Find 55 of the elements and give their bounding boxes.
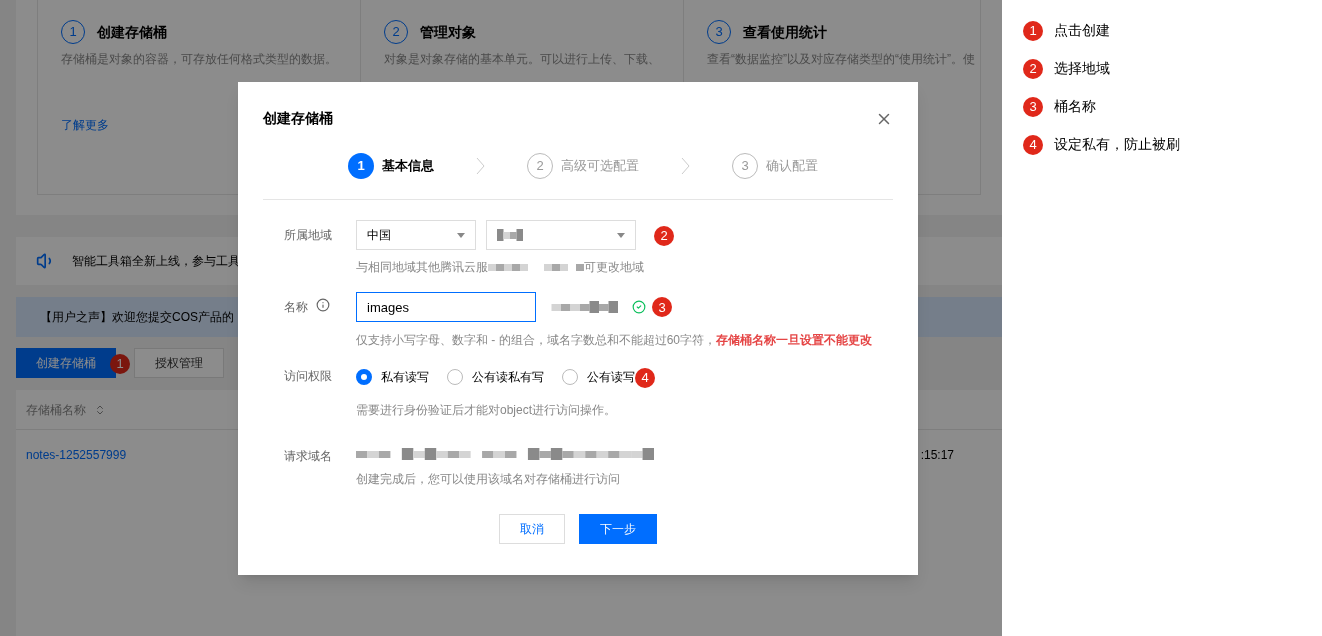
- radio-option[interactable]: 公有读私有写: [447, 368, 544, 386]
- card-title: 管理对象: [420, 22, 476, 42]
- field-label: 所属地域: [284, 227, 332, 244]
- card-description: 存储桶是对象的容器，可存放任何格式类型的数据。: [61, 51, 337, 68]
- number-badge: 4: [1023, 134, 1043, 155]
- chevron-icon: [681, 157, 690, 175]
- next-button[interactable]: 下一步: [579, 514, 657, 544]
- info-icon[interactable]: [316, 298, 330, 312]
- step-label: 确认配置: [766, 157, 818, 176]
- column-header[interactable]: 存储桶名称: [26, 400, 86, 419]
- hint-text: 创建完成后，您可以使用该域名对存储桶进行访问: [356, 471, 621, 488]
- number-badge: 3: [1023, 96, 1043, 117]
- number-badge: 2: [1023, 58, 1043, 79]
- legend-label: 选择地域: [1054, 59, 1110, 78]
- step-number: 1: [348, 153, 374, 179]
- region-select[interactable]: [486, 220, 636, 250]
- legend-label: 桶名称: [1054, 97, 1096, 116]
- sort-icon[interactable]: [94, 403, 106, 416]
- radio-icon[interactable]: [447, 369, 463, 385]
- chevron-icon: [476, 157, 485, 175]
- radio-option[interactable]: 公有读写: [562, 368, 635, 386]
- field-label: 访问权限: [284, 368, 332, 385]
- radio-option[interactable]: 私有读写: [356, 368, 429, 386]
- hint-text: 可更改地域: [584, 259, 644, 276]
- field-label: 名称: [284, 299, 308, 316]
- legend-label: 设定私有，防止被刷: [1054, 135, 1180, 154]
- hint-text: 与相同地域其他腾讯云服: [356, 259, 488, 276]
- step-label: 高级可选配置: [561, 157, 639, 176]
- radio-icon[interactable]: [356, 369, 372, 385]
- number-badge: 2: [654, 225, 674, 246]
- notice-text: 智能工具箱全新上线，参与工具: [72, 253, 240, 270]
- card-title: 创建存储桶: [97, 22, 167, 42]
- field-label: 请求域名: [284, 448, 332, 465]
- bucket-link[interactable]: notes-1252557999: [26, 446, 127, 464]
- number-badge: 3: [652, 297, 672, 317]
- dialog-title: 创建存储桶: [263, 109, 333, 128]
- redacted-text-drawing: [497, 229, 523, 241]
- number-badge: 1: [110, 353, 130, 374]
- create-bucket-button[interactable]: 创建存储桶: [16, 348, 116, 378]
- step-label: 基本信息: [382, 157, 434, 176]
- bucket-name-input[interactable]: images: [356, 292, 536, 322]
- number-badge: 4: [635, 367, 655, 388]
- hint-text: 仅支持小写字母、数字和 - 的组合，域名字数总和不能超过60字符，: [356, 332, 716, 349]
- radio-icon[interactable]: [562, 369, 578, 385]
- cancel-button[interactable]: 取消: [499, 514, 565, 544]
- card-description: 查看“数据监控”以及对应存储类型的“使用统计”。使: [707, 51, 975, 68]
- legend-label: 点击创建: [1054, 21, 1110, 40]
- table-cell-text: :15:17: [920, 447, 954, 464]
- number-badge: 1: [1023, 20, 1043, 41]
- country-select[interactable]: 中国: [356, 220, 476, 250]
- card-title: 查看使用统计: [743, 22, 827, 42]
- authorization-button[interactable]: 授权管理: [134, 348, 224, 378]
- warning-text: 存储桶名称一旦设置不能更改: [716, 332, 872, 349]
- hint-text: 需要进行身份验证后才能对object进行访问操作。: [356, 402, 618, 419]
- banner-text: 【用户之声】欢迎您提交COS产品的: [40, 309, 234, 326]
